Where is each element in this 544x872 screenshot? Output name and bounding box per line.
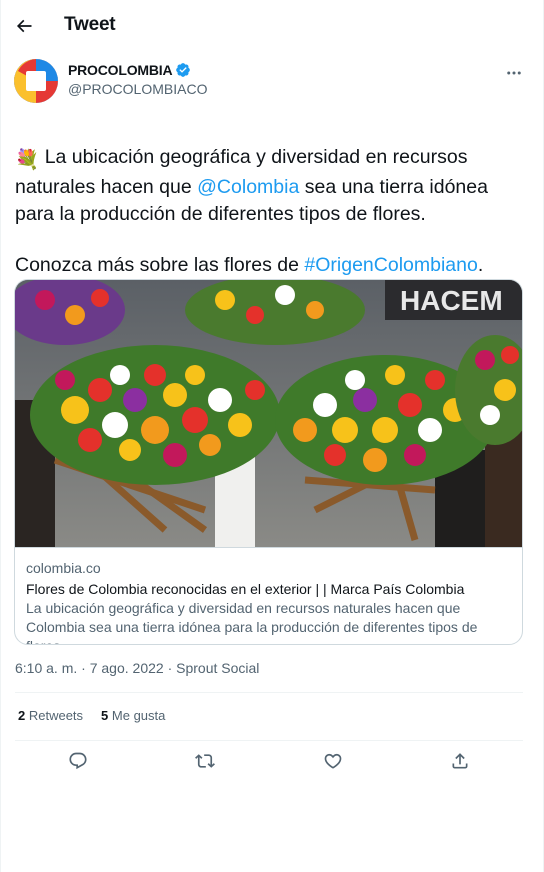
divider — [15, 740, 523, 741]
reply-button[interactable] — [63, 746, 93, 776]
link-preview-card[interactable]: HACEM colombia.co Flores de Colombia rec… — [14, 279, 523, 645]
colombia-flag-icon — [15, 121, 39, 138]
like-button[interactable] — [318, 746, 348, 776]
author-handle[interactable]: @PROCOLOMBIACO — [68, 81, 207, 97]
flower-silleteros-photo: HACEM — [15, 280, 522, 547]
page-title: Tweet — [64, 14, 116, 35]
likes-label: Me gusta — [108, 708, 166, 723]
share-icon — [452, 753, 468, 769]
likes-stat[interactable]: 5 Me gusta — [101, 708, 165, 723]
bouquet-icon: 💐 — [15, 149, 40, 171]
card-body[interactable]: colombia.co Flores de Colombia reconocid… — [15, 547, 522, 644]
meta-separator: · — [163, 660, 177, 676]
hashtag-link[interactable]: #OrigenColombiano — [304, 254, 477, 276]
retweets-stat[interactable]: 2 Retweets — [18, 708, 83, 723]
card-description: La ubicación geográfica y diversidad en … — [26, 600, 478, 644]
author-name-row[interactable]: PROCOLOMBIA — [68, 62, 191, 78]
retweet-icon — [195, 754, 215, 768]
verified-badge-icon — [176, 63, 191, 77]
procolombia-logo-icon — [14, 59, 58, 103]
author-name[interactable]: PROCOLOMBIA — [68, 62, 173, 78]
engagement-stats: 2 Retweets 5 Me gusta — [18, 708, 165, 723]
avatar[interactable] — [14, 59, 58, 103]
tweet-paragraph-1 — [15, 117, 530, 144]
tweet-time[interactable]: 6:10 a. m. — [15, 660, 77, 676]
top-bar: Tweet — [1, 0, 544, 50]
tweet-text-segment: . — [477, 254, 484, 276]
card-domain: colombia.co — [26, 560, 101, 576]
share-button[interactable] — [445, 746, 475, 776]
tweet-page: Tweet PROCOLOMBIA @PROCOLOMBIACO 💐 La ub… — [0, 0, 544, 872]
tweet-date[interactable]: 7 ago. 2022 — [90, 660, 164, 676]
more-options-button[interactable] — [499, 60, 529, 86]
tweet-meta: 6:10 a. m. · 7 ago. 2022 · Sprout Social — [15, 660, 259, 676]
retweets-label: Retweets — [25, 708, 84, 723]
tweet-text-segment: Conozca más sobre las flores de — [15, 254, 305, 276]
divider — [15, 692, 523, 693]
reply-icon — [69, 752, 87, 770]
mention-link[interactable]: @Colombia — [197, 176, 299, 198]
heart-icon — [324, 753, 342, 769]
back-button[interactable] — [7, 9, 41, 43]
retweet-button[interactable] — [190, 746, 220, 776]
meta-separator: · — [77, 660, 90, 676]
card-image[interactable]: HACEM — [15, 280, 522, 547]
more-dots-icon — [507, 71, 521, 75]
action-bar — [15, 742, 523, 780]
tweet-source[interactable]: Sprout Social — [176, 660, 259, 676]
banner-text: HACEM — [400, 285, 503, 316]
arrow-left-icon — [16, 19, 32, 33]
card-title: Flores de Colombia reconocidas en el ext… — [26, 581, 465, 597]
